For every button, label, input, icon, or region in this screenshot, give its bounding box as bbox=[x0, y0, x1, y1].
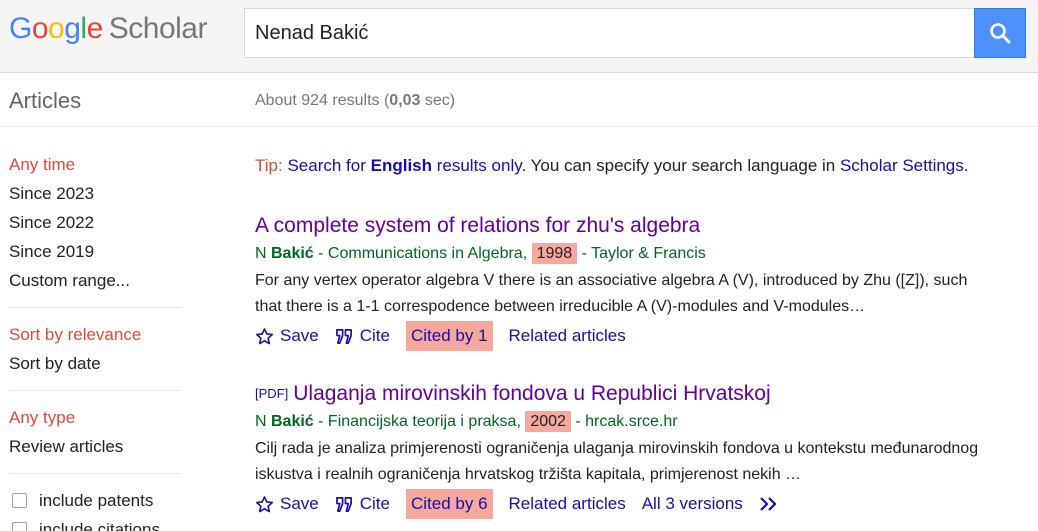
sidebar-divider bbox=[9, 390, 181, 391]
result-snippet: Cilj rada je analiza primjerenosti ogran… bbox=[255, 440, 979, 483]
search-icon bbox=[990, 23, 1011, 44]
include-citations-option[interactable]: include citations bbox=[9, 515, 181, 531]
sort-by-date[interactable]: Sort by date bbox=[9, 349, 181, 378]
star-icon bbox=[255, 327, 274, 346]
english-link-bold: English bbox=[370, 156, 433, 175]
search-result: A complete system of relations for zhu's… bbox=[255, 212, 985, 351]
cite-label: Cite bbox=[359, 494, 390, 513]
save-button[interactable]: Save bbox=[255, 489, 319, 519]
logo-scholar-text: Scholar bbox=[108, 12, 208, 45]
english-link-post: results only bbox=[432, 156, 522, 175]
all-versions-link[interactable]: All 3 versions bbox=[642, 489, 743, 519]
quote-icon bbox=[335, 328, 354, 345]
search-result: [PDF] Ulaganja mirovinskih fondova u Repu… bbox=[255, 380, 985, 519]
filter-since-2022[interactable]: Since 2022 bbox=[9, 208, 181, 237]
search-box bbox=[244, 8, 975, 58]
include-citations-label: include citations bbox=[39, 520, 160, 531]
tip-middle-text: . You can specify your search language i… bbox=[521, 156, 840, 175]
more-options-button[interactable] bbox=[759, 496, 785, 512]
star-icon bbox=[255, 495, 274, 514]
cite-button[interactable]: Cite bbox=[335, 489, 390, 519]
author-initial: N bbox=[255, 413, 271, 430]
filter-any-type[interactable]: Any type bbox=[9, 403, 181, 432]
articles-label: Articles bbox=[9, 88, 82, 113]
include-citations-checkbox[interactable] bbox=[12, 522, 27, 531]
language-tip: Tip: Search for English results only. Yo… bbox=[255, 156, 969, 176]
tip-label: Tip: bbox=[255, 156, 283, 175]
result-actions: Save Cite Cited by 1 Related articles bbox=[255, 321, 985, 351]
result-venue: - Communications in Algebra, bbox=[313, 245, 532, 262]
result-venue: - Financijska teorija i praksa, bbox=[313, 413, 526, 430]
tip-end-text: . bbox=[963, 156, 969, 175]
english-link-pre: Search for bbox=[287, 156, 371, 175]
cited-by-link[interactable]: Cited by 1 bbox=[405, 321, 493, 351]
author-initial: N bbox=[255, 245, 271, 262]
search-button[interactable] bbox=[974, 8, 1026, 58]
sidebar: Any time Since 2023 Since 2022 Since 201… bbox=[9, 150, 181, 531]
google-scholar-logo[interactable]: Google Scholar bbox=[9, 12, 207, 46]
pdf-tag[interactable]: [PDF] bbox=[255, 386, 288, 401]
results-count: About 924 results (0,03 sec) bbox=[255, 92, 455, 110]
results-time: 0,03 bbox=[389, 92, 421, 109]
include-patents-option[interactable]: include patents bbox=[9, 486, 181, 515]
sidebar-divider bbox=[9, 473, 181, 474]
search-input[interactable] bbox=[245, 9, 975, 57]
result-meta: N Bakić - Financijska teorija i praksa, … bbox=[255, 408, 985, 436]
cited-by-link[interactable]: Cited by 6 bbox=[405, 489, 493, 519]
result-title-link[interactable]: A complete system of relations for zhu's… bbox=[255, 214, 700, 237]
include-patents-checkbox[interactable] bbox=[12, 493, 27, 508]
related-articles-link[interactable]: Related articles bbox=[509, 321, 626, 351]
result-year: 1998 bbox=[531, 243, 578, 264]
filter-review-articles[interactable]: Review articles bbox=[9, 432, 181, 461]
quote-icon bbox=[335, 496, 354, 513]
result-publisher: - Taylor & Francis bbox=[577, 245, 706, 262]
result-meta: N Bakić - Communications in Algebra, 199… bbox=[255, 240, 985, 268]
cite-button[interactable]: Cite bbox=[335, 321, 390, 351]
filter-any-time[interactable]: Any time bbox=[9, 150, 181, 179]
header: Google Scholar bbox=[0, 0, 1038, 73]
subheader: Articles About 924 results (0,03 sec) bbox=[0, 74, 1038, 127]
author-link[interactable]: Bakić bbox=[271, 245, 314, 262]
scholar-settings-link[interactable]: Scholar Settings bbox=[840, 156, 964, 175]
english-only-link[interactable]: Search for English results only bbox=[287, 156, 521, 175]
sidebar-divider bbox=[9, 307, 181, 308]
result-year: 2002 bbox=[525, 411, 571, 432]
double-chevron-icon bbox=[759, 496, 779, 512]
filter-since-2023[interactable]: Since 2023 bbox=[9, 179, 181, 208]
save-button[interactable]: Save bbox=[255, 321, 319, 351]
include-patents-label: include patents bbox=[39, 491, 154, 510]
results-count-suffix: sec) bbox=[420, 92, 456, 109]
result-actions: Save Cite Cited by 6 Related articles Al… bbox=[255, 489, 985, 519]
result-title-row: [PDF] Ulaganja mirovinskih fondova u Repu… bbox=[255, 380, 985, 408]
result-publisher: - hrcak.srce.hr bbox=[570, 413, 678, 430]
sort-by-relevance[interactable]: Sort by relevance bbox=[9, 320, 181, 349]
cite-label: Cite bbox=[359, 326, 390, 345]
related-articles-link[interactable]: Related articles bbox=[509, 489, 626, 519]
save-label: Save bbox=[280, 326, 319, 345]
save-label: Save bbox=[280, 494, 319, 513]
result-snippet: For any vertex operator algebra V there … bbox=[255, 272, 968, 315]
filter-custom-range[interactable]: Custom range... bbox=[9, 266, 181, 295]
result-title-link[interactable]: Ulaganja mirovinskih fondova u Republici… bbox=[293, 382, 770, 405]
results-count-prefix: About 924 results ( bbox=[255, 92, 390, 109]
filter-since-2019[interactable]: Since 2019 bbox=[9, 237, 181, 266]
author-link[interactable]: Bakić bbox=[271, 413, 314, 430]
